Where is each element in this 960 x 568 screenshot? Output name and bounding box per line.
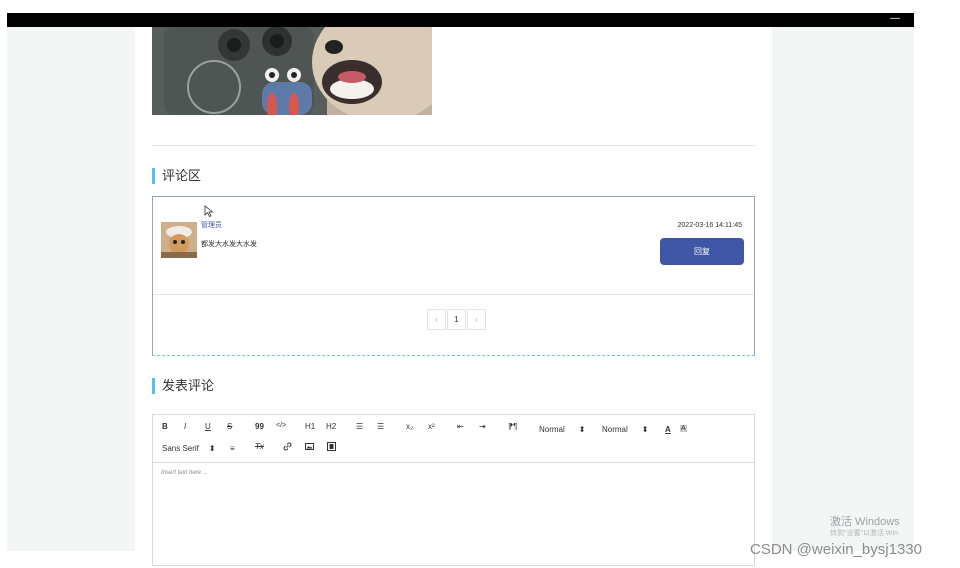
size-select[interactable]: Normal ⬍ xyxy=(539,425,585,434)
bold-button[interactable]: B xyxy=(162,422,168,431)
comment-text: 都发大水发大水发 xyxy=(201,241,257,248)
image-button[interactable] xyxy=(305,442,314,453)
next-page-button[interactable]: › xyxy=(467,309,486,330)
article-image xyxy=(152,27,432,115)
browser-top-bar xyxy=(7,13,914,27)
phone-dog-photo xyxy=(152,27,432,115)
header-select[interactable]: Normal ⬍ xyxy=(602,425,648,434)
superscript-button[interactable]: x² xyxy=(428,422,435,431)
prev-page-button[interactable]: ‹ xyxy=(427,309,446,330)
right-background-panel xyxy=(772,27,914,551)
page-1-button[interactable]: 1 xyxy=(447,309,466,330)
comment-list: 管理员 都发大水发大水发 2022-03-16 14:11:45 回复 ‹ 1 … xyxy=(152,196,755,356)
blockquote-button[interactable]: 99 xyxy=(255,422,264,431)
comment-separator xyxy=(153,294,754,295)
pagination: ‹ 1 › xyxy=(427,309,487,330)
link-icon xyxy=(283,442,292,451)
post-comment-section-title: 发表评论 xyxy=(152,378,214,394)
code-block-button[interactable]: </> xyxy=(276,422,286,429)
background-color-button[interactable]: A xyxy=(680,425,687,432)
ordered-list-button[interactable]: ☰ xyxy=(356,422,363,431)
chevron-updown-icon: ⬍ xyxy=(208,444,216,453)
video-button[interactable] xyxy=(327,442,336,453)
windows-activation-hint: 转到"设置"以激活 Win xyxy=(830,530,898,537)
font-select[interactable]: Sans Serif ⬍ xyxy=(162,444,216,453)
image-icon xyxy=(305,443,314,450)
text-direction-button[interactable]: ⁋¶ xyxy=(508,422,517,431)
comment-username[interactable]: 管理员 xyxy=(201,220,222,230)
editor-content-placeholder[interactable]: Insert text here ... xyxy=(161,470,208,476)
reply-button[interactable]: 回复 xyxy=(660,238,744,265)
section-divider xyxy=(152,145,755,146)
link-button[interactable] xyxy=(283,442,292,453)
strike-button[interactable]: S xyxy=(227,422,232,431)
header-2-button[interactable]: H2 xyxy=(326,422,336,431)
windows-activation-watermark: 激活 Windows xyxy=(830,516,900,528)
italic-button[interactable]: I xyxy=(184,422,186,431)
comments-section-title: 评论区 xyxy=(152,168,201,184)
header-1-button[interactable]: H1 xyxy=(305,422,315,431)
chevron-updown-icon: ⬍ xyxy=(578,425,586,434)
mouse-cursor-icon xyxy=(204,205,214,217)
editor-toolbar: B I U S 99 </> H1 H2 ☰ ☰ x₂ x² ⇤ ⇥ ⁋¶ No… xyxy=(153,415,754,463)
left-background-panel xyxy=(7,27,135,551)
subscript-button[interactable]: x₂ xyxy=(406,422,413,431)
underline-button[interactable]: U xyxy=(205,422,211,431)
header-select-value: Normal xyxy=(602,425,628,434)
outdent-button[interactable]: ⇥ xyxy=(479,422,486,431)
indent-button[interactable]: ⇤ xyxy=(457,422,464,431)
user-avatar-image xyxy=(161,222,197,258)
comment-timestamp: 2022-03-16 14:11:45 xyxy=(677,222,742,229)
rich-text-editor: B I U S 99 </> H1 H2 ☰ ☰ x₂ x² ⇤ ⇥ ⁋¶ No… xyxy=(152,414,755,566)
video-icon xyxy=(327,442,336,451)
align-select[interactable]: ≡ xyxy=(230,444,235,453)
chevron-updown-icon: ⬍ xyxy=(641,425,649,434)
size-select-value: Normal xyxy=(539,425,565,434)
avatar xyxy=(161,222,197,258)
csdn-watermark: CSDN @weixin_bysj1330 xyxy=(750,541,922,558)
clean-format-button[interactable]: Tx xyxy=(255,442,264,451)
text-color-button[interactable]: A xyxy=(665,425,671,434)
font-select-value: Sans Serif xyxy=(162,444,199,453)
bullet-list-button[interactable]: ☰ xyxy=(377,422,384,431)
